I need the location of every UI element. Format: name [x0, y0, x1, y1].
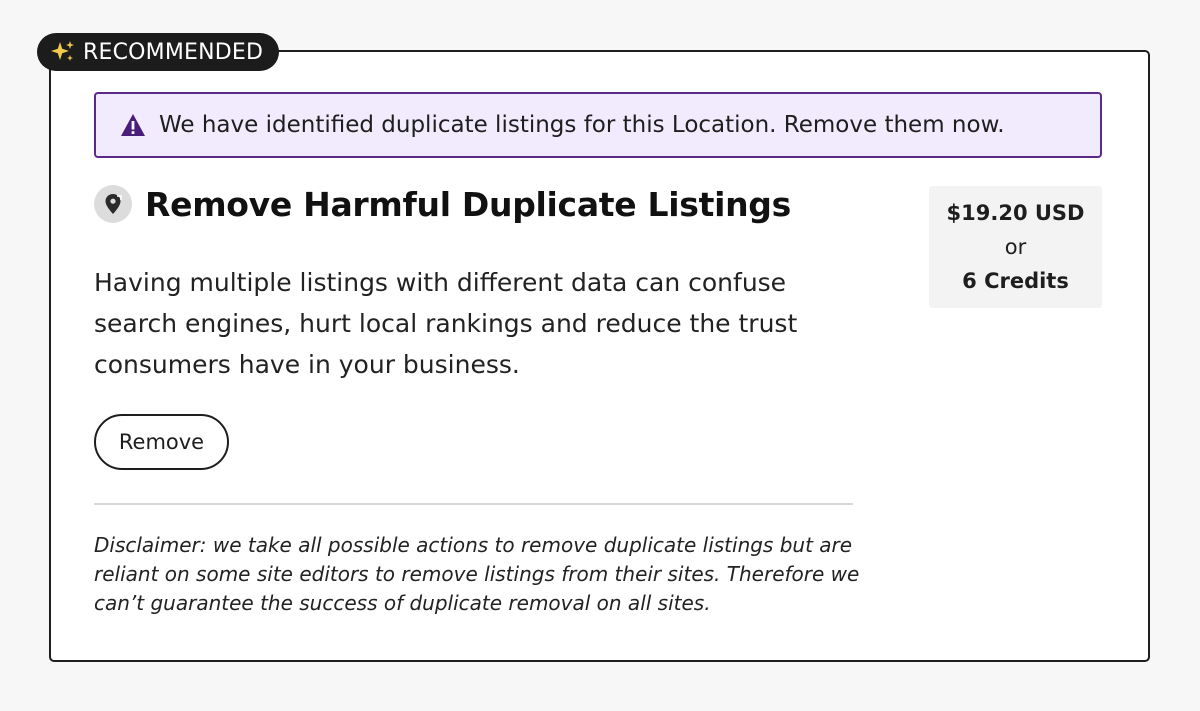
remove-button[interactable]: Remove	[94, 414, 229, 470]
disclaimer-text: Disclaimer: we take all possible actions…	[94, 533, 860, 615]
price-separator: or	[1004, 235, 1027, 259]
price-credits: 6 Credits	[962, 269, 1069, 293]
service-header: Remove Harmful Duplicate Listings	[94, 183, 791, 224]
price-box: $19.20 USD or 6 Credits	[929, 186, 1102, 308]
recommended-badge: RECOMMENDED	[37, 33, 280, 71]
duplicate-alert-banner: We have identified duplicate listings fo…	[94, 92, 1102, 158]
divider	[94, 503, 853, 505]
badge-label: RECOMMENDED	[83, 39, 264, 65]
sparkles-icon	[51, 41, 74, 61]
price-usd: $19.20 USD	[946, 201, 1085, 225]
service-description: Having multiple listings with different …	[94, 268, 798, 379]
warning-triangle-icon	[121, 114, 145, 136]
location-pin-icon	[94, 184, 132, 223]
service-title: Remove Harmful Duplicate Listings	[145, 185, 791, 224]
alert-message: We have identified duplicate listings fo…	[159, 112, 1005, 138]
recommendation-card: We have identified duplicate listings fo…	[49, 50, 1150, 662]
